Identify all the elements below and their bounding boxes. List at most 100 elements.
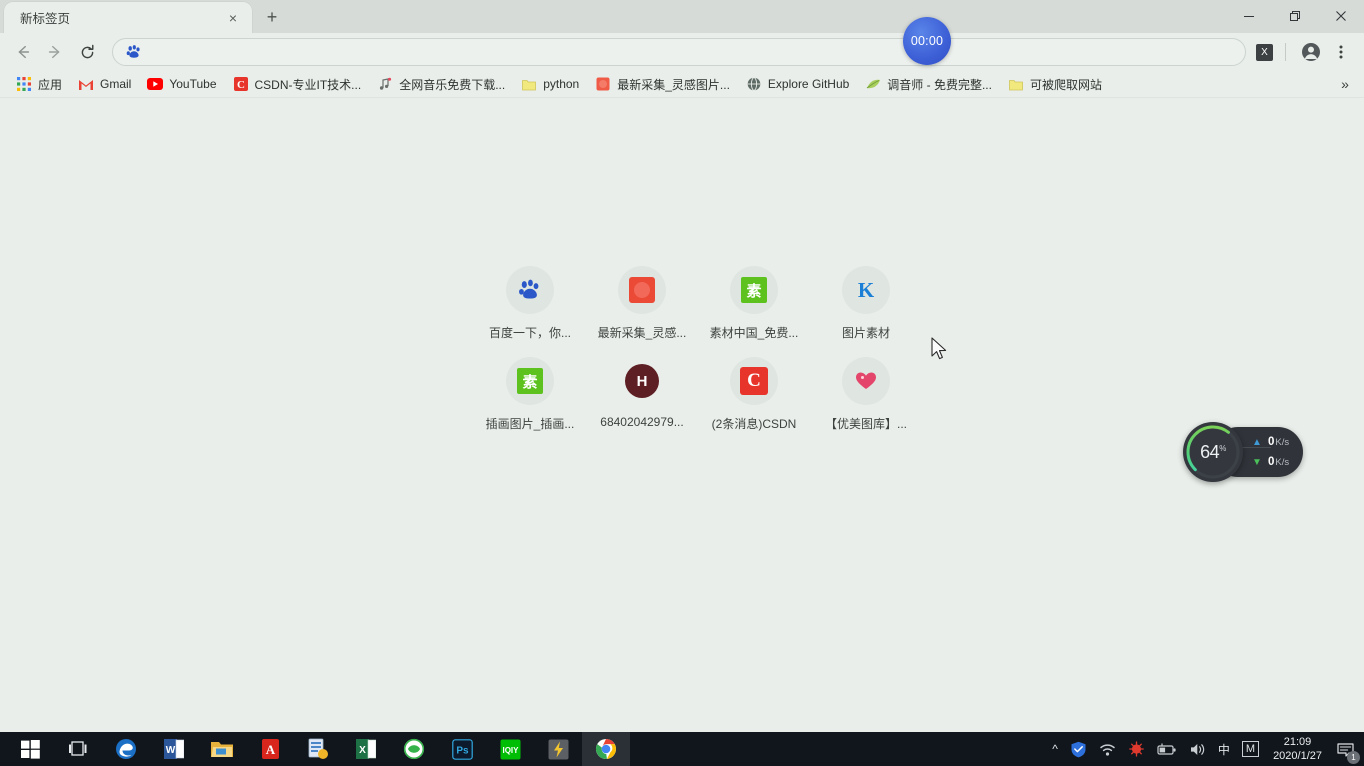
antivirus-icon[interactable] <box>1122 732 1151 766</box>
bookmarks-overflow-button[interactable]: » <box>1334 73 1356 95</box>
shortcut-tile[interactable]: 百度一下，你... <box>474 266 586 341</box>
cpu-percent-text: 64% <box>1200 442 1226 463</box>
shortcut-tile[interactable]: 素 素材中国_免费... <box>698 266 810 341</box>
heart-icon <box>842 357 890 405</box>
ime-indicator[interactable]: 中 <box>1212 732 1236 766</box>
bookmark-label: CSDN-专业IT技术... <box>254 77 362 92</box>
toolbar-right-actions: X <box>1256 39 1356 65</box>
bookmark-tuner[interactable]: 调音师 - 免费完整... <box>857 73 1000 95</box>
bookmark-python-folder[interactable]: python <box>513 73 587 95</box>
svg-text:IQIY: IQIY <box>502 746 519 755</box>
network-speed-widget[interactable]: ▲ 0 K/s ▼ 0 K/s 64% <box>1183 422 1303 482</box>
battery-icon[interactable] <box>1151 732 1183 766</box>
h-avatar-icon: H <box>618 357 666 405</box>
tab-strip: 新标签页 × + <box>0 0 1364 33</box>
taskbar-app-file-explorer[interactable] <box>198 732 246 766</box>
clock[interactable]: 21:09 2020/1/27 <box>1265 732 1330 766</box>
leaf-icon <box>865 76 881 92</box>
huaban-icon <box>618 266 666 314</box>
cpu-usage-gauge[interactable]: 64% <box>1183 422 1243 482</box>
shortcut-label: 素材中国_免费... <box>709 326 799 340</box>
start-button[interactable] <box>6 732 54 766</box>
volume-icon[interactable] <box>1183 732 1212 766</box>
huaban-icon <box>595 76 611 92</box>
cpu-percent-value: 64 <box>1200 441 1220 462</box>
taskbar-app-photoshop[interactable]: Ps <box>438 732 486 766</box>
minimize-button[interactable] <box>1226 0 1272 32</box>
close-icon[interactable]: × <box>224 9 242 27</box>
music-note-icon <box>377 76 393 92</box>
address-bar[interactable] <box>112 38 1246 66</box>
shortcut-tile[interactable]: 素 插画图片_插画... <box>474 357 586 432</box>
task-view-button[interactable] <box>54 732 102 766</box>
clock-date: 2020/1/27 <box>1273 750 1322 762</box>
avatar[interactable] <box>1298 39 1324 65</box>
svg-text:A: A <box>265 742 275 757</box>
forward-button[interactable] <box>40 37 70 67</box>
bookmark-music[interactable]: 全网音乐免费下载... <box>369 73 513 95</box>
bookmark-label: python <box>543 77 580 91</box>
taskbar-app-word[interactable]: W <box>150 732 198 766</box>
bookmark-apps[interactable]: 应用 <box>8 73 70 95</box>
sucai-icon: 素 <box>730 266 778 314</box>
taskbar-app-edge[interactable] <box>102 732 150 766</box>
taskbar-app-iqiyi[interactable]: IQIY <box>486 732 534 766</box>
window-controls <box>1226 0 1364 33</box>
toolbar-divider <box>1285 43 1286 61</box>
csdn-icon: C <box>233 76 249 92</box>
bookmark-label: 最新采集_灵感图片... <box>617 77 730 92</box>
shortcut-tile[interactable]: C (2条消息)CSDN <box>698 357 810 432</box>
shield-icon[interactable] <box>1064 732 1093 766</box>
taskbar-pinned-apps: W A X Ps IQIY <box>0 732 630 766</box>
tray-overflow-icon[interactable]: ^ <box>1046 732 1064 766</box>
download-value: 0 <box>1268 456 1275 468</box>
clock-time: 21:09 <box>1283 736 1312 748</box>
maximize-button[interactable] <box>1272 0 1318 32</box>
bookmark-huaban[interactable]: 最新采集_灵感图片... <box>587 73 738 95</box>
baidu-icon <box>506 266 554 314</box>
bookmark-youtube[interactable]: YouTube <box>139 73 224 95</box>
shortcut-label: 【优美图库】... <box>824 417 907 431</box>
ime-mode-label: M <box>1241 741 1260 757</box>
taskbar-app-acrobat[interactable]: A <box>246 732 294 766</box>
tab-new-tab-page[interactable]: 新标签页 × <box>4 2 252 33</box>
taskbar-app-thunder[interactable] <box>534 732 582 766</box>
bookmark-csdn[interactable]: C CSDN-专业IT技术... <box>225 73 370 95</box>
bookmark-label: 应用 <box>38 77 63 92</box>
sucai-icon: 素 <box>506 357 554 405</box>
bookmark-gmail[interactable]: Gmail <box>70 73 139 95</box>
windows-taskbar: W A X Ps IQIY ^ 中 M 21:09 2020/1/27 1 <box>0 732 1364 766</box>
shortcut-tile[interactable]: K 图片素材 <box>810 266 922 341</box>
shortcut-tile[interactable]: 【优美图库】... <box>810 357 922 432</box>
timer-value: 00:00 <box>910 34 944 48</box>
menu-button[interactable] <box>1328 39 1354 65</box>
bookmark-explore-github[interactable]: Explore GitHub <box>738 73 857 95</box>
extension-icon[interactable]: X <box>1256 43 1273 61</box>
svg-text:C: C <box>237 79 245 91</box>
taskbar-app-browser-green[interactable] <box>390 732 438 766</box>
close-window-button[interactable] <box>1318 0 1364 32</box>
bookmarks-bar: 应用 Gmail YouTube C CSDN-专业IT技术... 全网音乐免费… <box>0 71 1364 98</box>
new-tab-button[interactable]: + <box>258 3 286 31</box>
shortcut-label: 68402042979... <box>600 415 684 429</box>
folder-icon <box>521 76 537 92</box>
taskbar-app-pdf-tool[interactable] <box>294 732 342 766</box>
folder-icon <box>1008 76 1024 92</box>
browser-window: 新标签页 × + 00:00 X 应用 Gmail YouTube C CSDN… <box>0 0 1364 732</box>
apps-grid-icon <box>16 76 32 92</box>
notification-center-button[interactable]: 1 <box>1330 732 1360 766</box>
taskbar-app-chrome[interactable] <box>582 732 630 766</box>
shortcut-tile[interactable]: 最新采集_灵感... <box>586 266 698 341</box>
reload-button[interactable] <box>72 37 102 67</box>
bookmark-label: 全网音乐免费下载... <box>399 77 506 92</box>
shortcut-label: 图片素材 <box>841 326 890 340</box>
taskbar-app-excel[interactable]: X <box>342 732 390 766</box>
ime-mode-indicator[interactable]: M <box>1236 732 1265 766</box>
upload-unit: K/s <box>1275 436 1290 448</box>
bookmark-crawlable-sites[interactable]: 可被爬取网站 <box>1000 73 1110 95</box>
wifi-icon[interactable] <box>1093 732 1122 766</box>
shortcut-tile[interactable]: H 68402042979... <box>586 357 698 432</box>
back-button[interactable] <box>8 37 38 67</box>
bookmark-label: Gmail <box>100 77 132 91</box>
timer-badge[interactable]: 00:00 <box>903 17 951 65</box>
